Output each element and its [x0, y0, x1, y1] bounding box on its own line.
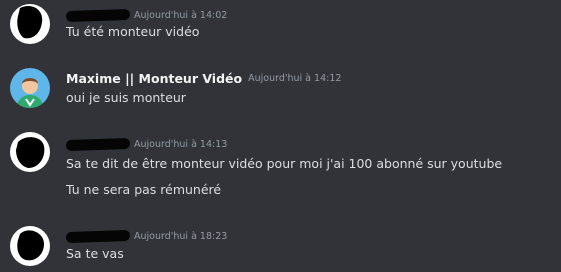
- message-text: Sa te vas: [66, 246, 124, 261]
- message-text: oui je suis monteur: [66, 90, 186, 105]
- message-timestamp: Aujourd'hui à 14:13: [134, 139, 228, 150]
- message-header: Maxime || Monteur Vidéo Aujourd'hui à 14:…: [66, 68, 341, 86]
- avatar-redacted[interactable]: [10, 132, 50, 172]
- message-header: Aujourd'hui à 14:13: [65, 134, 228, 152]
- message-header: Aujourd'hui à 14:02: [65, 5, 228, 23]
- message-timestamp: Aujourd'hui à 14:02: [134, 10, 228, 21]
- redacted-username: [65, 137, 131, 152]
- avatar-redacted[interactable]: [10, 4, 50, 44]
- message-text: Tu ne sera pas rémunéré: [66, 182, 222, 197]
- message-header: Aujourd'hui à 18:23: [65, 226, 228, 244]
- message-timestamp: Aujourd'hui à 18:23: [134, 231, 228, 242]
- redacted-username: [65, 229, 131, 244]
- message-text: Sa te dit de être monteur vidéo pour moi…: [66, 156, 503, 171]
- message-text: Tu été monteur vidéo: [66, 24, 200, 39]
- message-timestamp: Aujourd'hui à 14:12: [248, 73, 342, 84]
- redacted-username: [65, 8, 131, 23]
- username[interactable]: Maxime || Monteur Vidéo: [66, 71, 242, 86]
- avatar-redacted[interactable]: [10, 226, 50, 266]
- avatar-maxime[interactable]: [10, 68, 50, 108]
